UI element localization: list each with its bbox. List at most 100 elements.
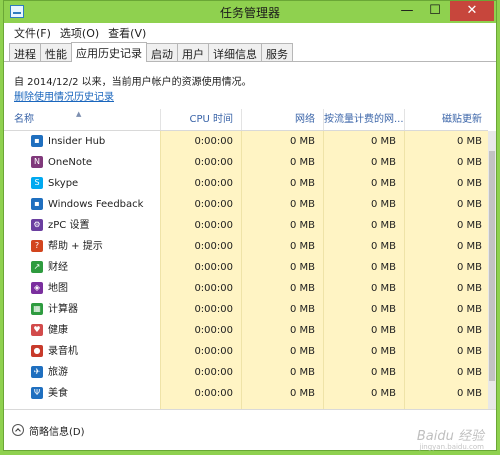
tab-app-history[interactable]: 应用历史记录 xyxy=(71,42,147,62)
minimize-button[interactable]: — xyxy=(394,1,420,21)
tab-users[interactable]: 用户 xyxy=(177,43,209,61)
maximize-button[interactable]: ☐ xyxy=(422,1,448,21)
cpu-time-cell: 0:00:00 xyxy=(194,241,233,252)
column-header-name-label: 名称 xyxy=(14,114,34,125)
metered-network-cell: 0 MB xyxy=(370,388,396,399)
network-cell: 0 MB xyxy=(289,262,315,273)
cpu-time-cell: 0:00:00 xyxy=(194,262,233,273)
tab-services[interactable]: 服务 xyxy=(261,43,293,61)
tab-strip: 进程 性能 应用历史记录 启动 用户 详细信息 服务 xyxy=(4,41,496,62)
table-row[interactable]: N OneNote 0:00:00 0 MB 0 MB 0 MB xyxy=(4,152,488,173)
tile-updates-cell: 0 MB xyxy=(456,157,482,168)
cpu-time-cell: 0:00:00 xyxy=(194,136,233,147)
tile-updates-cell: 0 MB xyxy=(456,178,482,189)
table-header: 名称 ▲ CPU 时间 网络 按流量计费的网... 磁贴更新 xyxy=(4,109,488,131)
tile-updates-cell: 0 MB xyxy=(456,262,482,273)
table-row[interactable]: ♥ 健康 0:00:00 0 MB 0 MB 0 MB xyxy=(4,320,488,341)
table-row[interactable]: ◈ 地图 0:00:00 0 MB 0 MB 0 MB xyxy=(4,278,488,299)
tile-updates-cell: 0 MB xyxy=(456,304,482,315)
table-row[interactable]: ▪ Insider Hub 0:00:00 0 MB 0 MB 0 MB xyxy=(4,131,488,152)
table-row[interactable]: Ψ 美食 0:00:00 0 MB 0 MB 0 MB xyxy=(4,383,488,404)
menu-file[interactable]: 文件(F) xyxy=(10,23,56,41)
tab-performance[interactable]: 性能 xyxy=(40,43,72,61)
calculator-icon: ▦ xyxy=(31,303,43,315)
baidu-watermark: Baidu 经验 xyxy=(416,429,484,444)
menu-bar: 文件(F) 选项(O) 查看(V) xyxy=(4,23,496,41)
tab-startup[interactable]: 启动 xyxy=(146,43,178,61)
column-header-name[interactable]: 名称 xyxy=(4,109,160,130)
network-cell: 0 MB xyxy=(289,388,315,399)
menu-view[interactable]: 查看(V) xyxy=(104,23,151,41)
cpu-time-cell: 0:00:00 xyxy=(194,157,233,168)
table-row[interactable]: ● 录音机 0:00:00 0 MB 0 MB 0 MB xyxy=(4,341,488,362)
app-name: 录音机 xyxy=(48,346,78,357)
food-icon: Ψ xyxy=(31,387,43,399)
close-button[interactable]: ✕ xyxy=(450,1,494,21)
cpu-time-cell: 0:00:00 xyxy=(194,388,233,399)
network-cell: 0 MB xyxy=(289,346,315,357)
table-row[interactable]: ✈ 旅游 0:00:00 0 MB 0 MB 0 MB xyxy=(4,362,488,383)
onenote-icon: N xyxy=(31,156,43,168)
metered-network-cell: 0 MB xyxy=(370,178,396,189)
app-name: 地图 xyxy=(48,283,68,294)
fewer-details-button[interactable]: 简略信息(D) xyxy=(12,422,85,438)
menu-options[interactable]: 选项(O) xyxy=(56,23,104,41)
cpu-time-cell: 0:00:00 xyxy=(194,304,233,315)
metered-network-cell: 0 MB xyxy=(370,283,396,294)
column-header-metered[interactable]: 按流量计费的网... xyxy=(323,109,404,130)
column-header-network[interactable]: 网络 xyxy=(241,109,323,130)
delete-usage-history-link[interactable]: 删除使用情况历史记录 xyxy=(14,88,114,103)
vertical-scrollbar[interactable] xyxy=(488,131,496,411)
network-cell: 0 MB xyxy=(289,325,315,336)
tab-details[interactable]: 详细信息 xyxy=(208,43,262,61)
baidu-watermark-url: jingyan.baidu.com xyxy=(419,443,484,451)
network-cell: 0 MB xyxy=(289,157,315,168)
metered-network-cell: 0 MB xyxy=(370,325,396,336)
table-row[interactable]: ▪ Windows Feedback 0:00:00 0 MB 0 MB 0 MB xyxy=(4,194,488,215)
recorder-icon: ● xyxy=(31,345,43,357)
usage-info-text: 自 2014/12/2 以来，当前用户帐户的资源使用情况。 xyxy=(14,77,252,88)
table-row[interactable]: ↗ 财经 0:00:00 0 MB 0 MB 0 MB xyxy=(4,257,488,278)
network-cell: 0 MB xyxy=(289,199,315,210)
sort-ascending-icon: ▲ xyxy=(76,110,82,118)
cpu-time-cell: 0:00:00 xyxy=(194,283,233,294)
fewer-details-label: 简略信息(D) xyxy=(29,426,85,438)
metered-network-cell: 0 MB xyxy=(370,199,396,210)
app-name: 健康 xyxy=(48,325,68,336)
table-row[interactable]: ▦ 计算器 0:00:00 0 MB 0 MB 0 MB xyxy=(4,299,488,320)
metered-network-cell: 0 MB xyxy=(370,346,396,357)
column-header-tile[interactable]: 磁贴更新 xyxy=(404,109,488,130)
scrollbar-thumb[interactable] xyxy=(489,151,495,381)
cpu-time-cell: 0:00:00 xyxy=(194,346,233,357)
column-header-cpu[interactable]: CPU 时间 xyxy=(160,109,241,130)
skype-icon: S xyxy=(31,177,43,189)
cpu-time-cell: 0:00:00 xyxy=(194,199,233,210)
tile-updates-cell: 0 MB xyxy=(456,367,482,378)
cpu-time-cell: 0:00:00 xyxy=(194,220,233,231)
app-name: 计算器 xyxy=(48,304,78,315)
task-manager-window: 任务管理器 — ☐ ✕ 文件(F) 选项(O) 查看(V) 进程 性能 应用历史… xyxy=(3,0,497,451)
windows-feedback-icon: ▪ xyxy=(31,198,43,210)
health-icon: ♥ xyxy=(31,324,43,336)
cpu-time-cell: 0:00:00 xyxy=(194,178,233,189)
tile-updates-cell: 0 MB xyxy=(456,136,482,147)
tile-updates-cell: 0 MB xyxy=(456,199,482,210)
network-cell: 0 MB xyxy=(289,136,315,147)
metered-network-cell: 0 MB xyxy=(370,304,396,315)
network-cell: 0 MB xyxy=(289,283,315,294)
tile-updates-cell: 0 MB xyxy=(456,325,482,336)
network-cell: 0 MB xyxy=(289,220,315,231)
cpu-time-cell: 0:00:00 xyxy=(194,367,233,378)
pc-settings-icon: ⚙ xyxy=(31,219,43,231)
tile-updates-cell: 0 MB xyxy=(456,241,482,252)
maps-icon: ◈ xyxy=(31,282,43,294)
network-cell: 0 MB xyxy=(289,178,315,189)
table-row[interactable]: S Skype 0:00:00 0 MB 0 MB 0 MB xyxy=(4,173,488,194)
app-name: Skype xyxy=(48,178,79,189)
table-body: ▪ Insider Hub 0:00:00 0 MB 0 MB 0 MB N OneNote 0… xyxy=(4,131,488,404)
table-row[interactable]: ? 帮助 + 提示 0:00:00 0 MB 0 MB 0 MB xyxy=(4,236,488,257)
app-name: Windows Feedback xyxy=(48,199,144,210)
table-row[interactable]: ⚙ zPC 设置 0:00:00 0 MB 0 MB 0 MB xyxy=(4,215,488,236)
tile-updates-cell: 0 MB xyxy=(456,220,482,231)
tab-processes[interactable]: 进程 xyxy=(9,43,41,61)
